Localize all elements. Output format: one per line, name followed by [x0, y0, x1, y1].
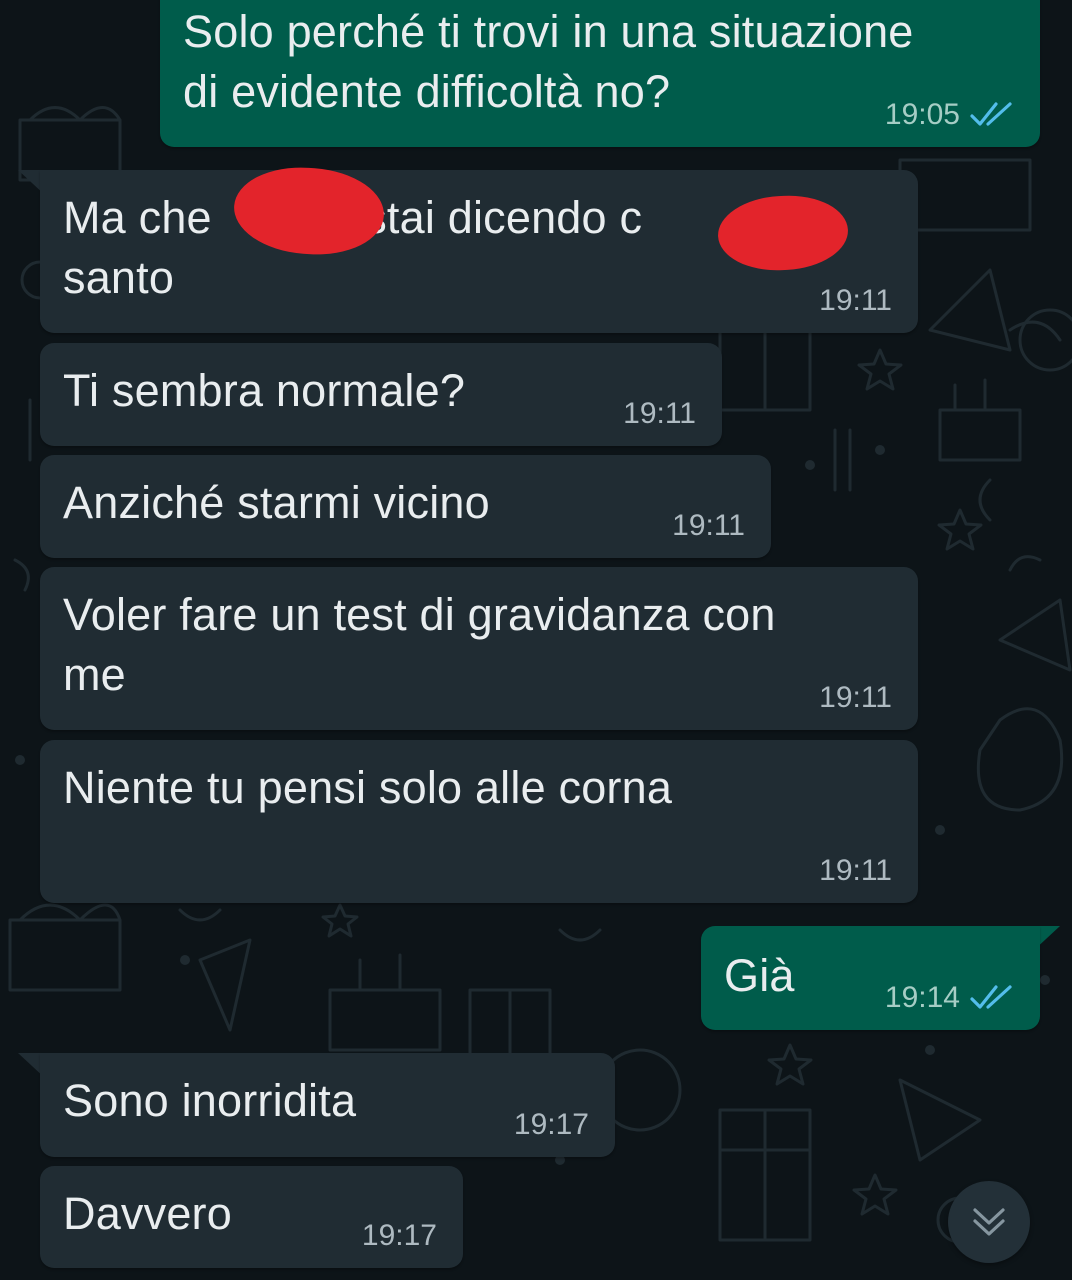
message-meta: 19:14: [885, 980, 1014, 1016]
message-meta: 19:05: [885, 97, 1014, 133]
scroll-to-bottom-button[interactable]: [948, 1181, 1030, 1263]
message-text: Solo perché ti trovi in una situazione d…: [183, 6, 914, 117]
message-time: 19:11: [672, 509, 745, 542]
message-time: 19:17: [361, 1219, 437, 1252]
message-text: Sono inorridita: [63, 1075, 357, 1126]
message-meta: 19:17: [514, 1107, 589, 1143]
double-chevron-down-icon: [973, 1208, 1005, 1236]
message-bubble-incoming[interactable]: Ti sembra normale? 19:11: [40, 343, 722, 446]
message-meta: 19:11: [623, 396, 696, 432]
message-meta: 19:11: [672, 508, 745, 544]
message-meta: 19:17: [362, 1218, 437, 1254]
chat-screen: Solo perché ti trovi in una situazione d…: [0, 0, 1072, 1280]
message-text: Niente tu pensi solo alle corna: [63, 762, 673, 813]
message-bubble-incoming[interactable]: Davvero 19:17: [40, 1166, 463, 1268]
message-time: 19:17: [513, 1108, 589, 1141]
message-time: 19:14: [884, 981, 960, 1014]
message-time: 19:11: [819, 854, 892, 887]
message-time: 19:11: [819, 681, 892, 714]
redaction-mark: [716, 192, 850, 274]
message-bubble-incoming[interactable]: Niente tu pensi solo alle corna 19:11: [40, 740, 918, 903]
message-text: Davvero: [63, 1188, 232, 1239]
message-text: Anziché starmi vicino: [63, 477, 490, 528]
message-text: Voler fare un test di gravidanza con me: [63, 589, 776, 700]
message-bubble-outgoing[interactable]: Solo perché ti trovi in una situazione d…: [160, 0, 1040, 147]
message-bubble-incoming[interactable]: Sono inorridita 19:17: [40, 1053, 615, 1157]
message-meta: 19:11: [819, 283, 892, 319]
message-text: Ti sembra normale?: [63, 365, 466, 416]
message-meta: 19:11: [819, 853, 892, 889]
double-check-icon: [970, 102, 1012, 126]
message-bubble-outgoing[interactable]: Già 19:14: [701, 926, 1040, 1030]
message-meta: 19:11: [819, 680, 892, 716]
double-check-icon: [970, 985, 1012, 1009]
message-text: Già: [724, 950, 795, 1001]
message-bubble-incoming[interactable]: Voler fare un test di gravidanza con me …: [40, 567, 918, 730]
message-bubble-incoming[interactable]: Ma che stai dicendo c santo 19:11: [40, 162, 918, 333]
message-bubble-incoming[interactable]: Anziché starmi vicino 19:11: [40, 455, 771, 558]
message-time: 19:11: [623, 397, 696, 430]
message-time: 19:05: [884, 98, 960, 131]
message-time: 19:11: [819, 284, 892, 317]
